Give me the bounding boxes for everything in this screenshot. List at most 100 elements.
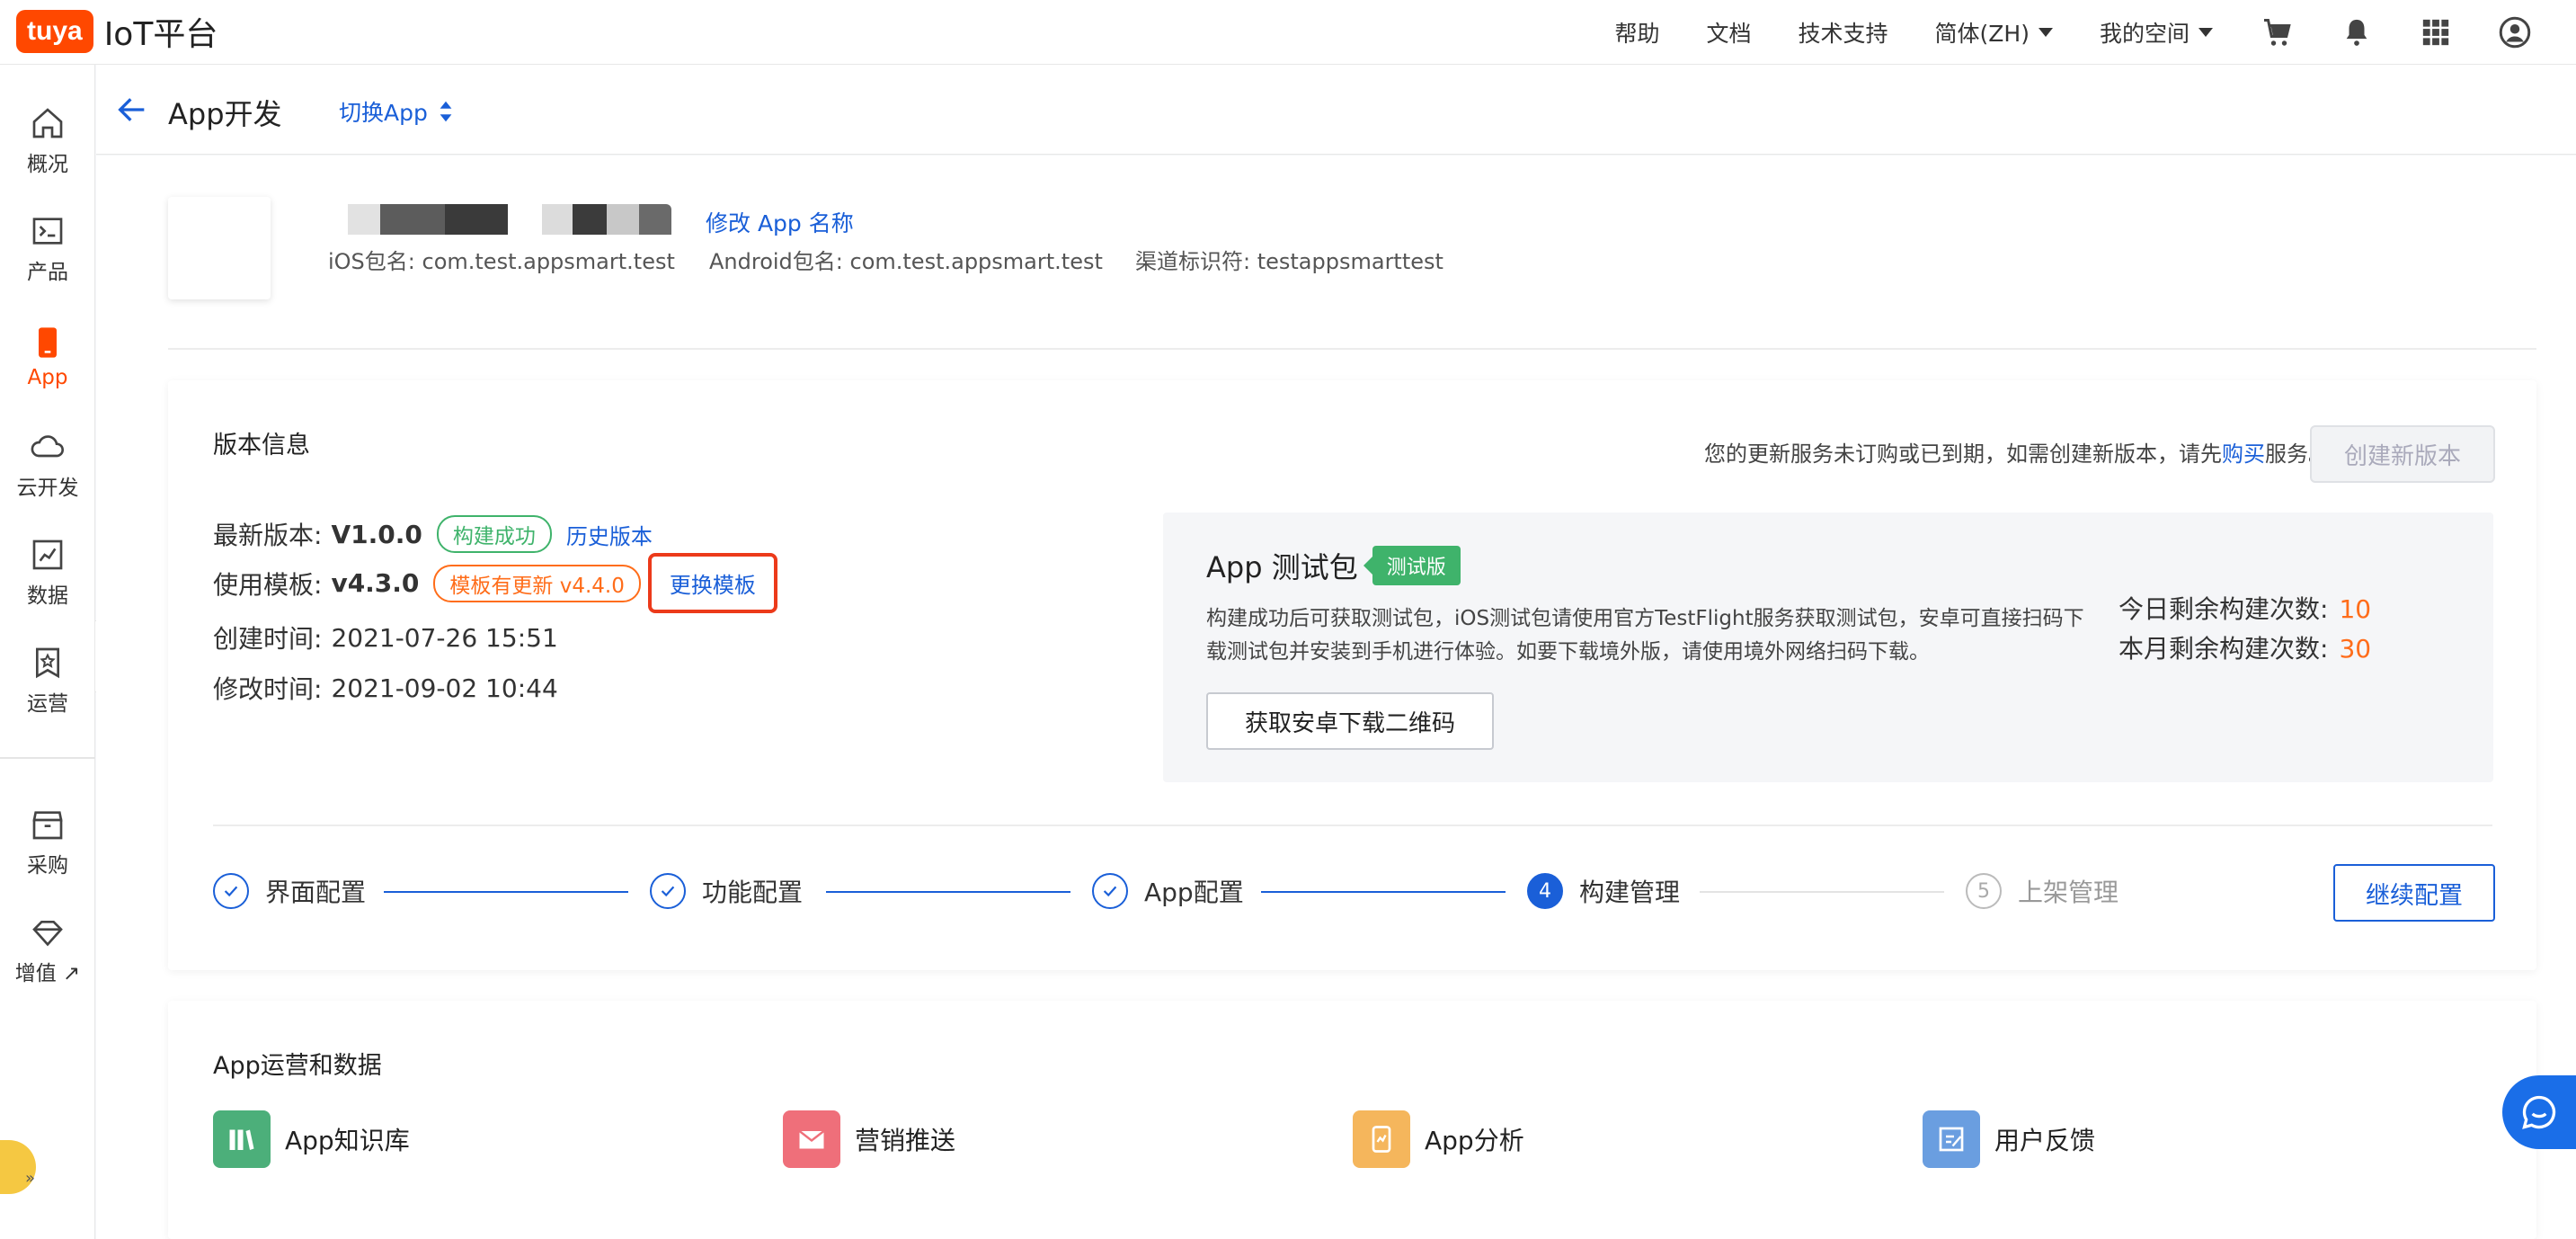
purchase-link[interactable]: 购买 (2222, 441, 2265, 467)
app-icon (168, 197, 271, 299)
step-app-config[interactable]: App配置 (1092, 873, 1244, 909)
chevron-double-right-icon[interactable]: » (25, 1169, 35, 1188)
sidebar-item-cloud[interactable]: 云开发 (0, 420, 95, 510)
step-build-management[interactable]: 4 构建管理 (1527, 873, 1680, 909)
knowledge-base-link[interactable]: App知识库 (213, 1110, 410, 1168)
steps-divider (213, 825, 2492, 826)
step-connector (826, 891, 1070, 893)
chevron-down-icon (2198, 28, 2213, 37)
ops-item-label: App分析 (1425, 1126, 1524, 1155)
sidebar-item-label: 产品 (27, 261, 68, 284)
sidebar: 概况 产品 App 云开发 数据 运营 采购 增值 ↗ (0, 65, 95, 1239)
change-template-link[interactable]: 更换模板 (647, 553, 777, 613)
nav-docs[interactable]: 文档 (1707, 16, 1752, 49)
latest-version-value: V1.0.0 (331, 519, 422, 549)
sidebar-item-operations[interactable]: 运营 (0, 636, 95, 726)
modified-time-value: 2021-09-02 10:44 (331, 673, 558, 703)
step-publish-management[interactable]: 5 上架管理 (1966, 873, 2119, 909)
feedback-icon (1923, 1110, 1980, 1168)
step-connector (1700, 891, 1944, 893)
month-builds-remaining: 本月剩余构建次数: 30 (2119, 629, 2371, 665)
step-function-config[interactable]: 功能配置 (650, 873, 803, 909)
app-ops-card: App运营和数据 App知识库 营销推送 App分析 用户反馈 (168, 1001, 2536, 1239)
check-icon (650, 873, 686, 909)
top-bar: tuya IoT平台 帮助 文档 技术支持 简体(ZH) 我的空间 (0, 0, 2576, 65)
user-feedback-link[interactable]: 用户反馈 (1923, 1110, 2095, 1168)
step-label: App配置 (1144, 878, 1244, 907)
page-header: App开发 切换App (96, 65, 2576, 155)
step-label: 功能配置 (702, 878, 804, 907)
today-builds-remaining: 今日剩余构建次数: 10 (2119, 590, 2371, 626)
grid-icon[interactable] (2418, 14, 2454, 50)
space-select[interactable]: 我的空间 (2100, 16, 2213, 49)
android-qr-button[interactable]: 获取安卓下载二维码 (1206, 692, 1494, 750)
bell-icon[interactable] (2339, 14, 2375, 50)
cart-icon[interactable] (2260, 14, 2296, 50)
user-icon[interactable] (2497, 14, 2533, 50)
chat-support-button[interactable] (2502, 1075, 2576, 1149)
app-analytics-link[interactable]: App分析 (1353, 1110, 1524, 1168)
rename-app-link[interactable]: 修改 App 名称 (706, 206, 854, 238)
sort-icon (440, 101, 452, 122)
build-status-badge: 构建成功 (436, 515, 552, 553)
month-builds-label: 本月剩余构建次数: (2119, 634, 2329, 664)
sidebar-item-value-added[interactable]: 增值 ↗ (0, 905, 95, 995)
ios-package-name: iOS包名: com.test.appsmart.test (328, 249, 675, 274)
step-number: 4 (1527, 873, 1563, 909)
chevron-down-icon (2038, 28, 2053, 37)
terminal-icon (32, 218, 63, 245)
today-builds-label: 今日剩余构建次数: (2119, 594, 2329, 624)
sidebar-item-label: 增值 ↗ (14, 962, 81, 985)
history-version-link[interactable]: 历史版本 (566, 519, 653, 550)
template-version-value: v4.3.0 (331, 568, 420, 598)
back-arrow-icon[interactable] (114, 92, 150, 131)
sidebar-item-products[interactable]: 产品 (0, 204, 95, 294)
phone-icon (39, 327, 57, 358)
app-ops-title: App运营和数据 (213, 1052, 382, 1080)
subscription-notice: 您的更新服务未订购或已到期，如需创建新版本，请先购买服务。 (1704, 436, 2330, 468)
step-ui-config[interactable]: 界面配置 (213, 873, 366, 909)
sidebar-item-label: 采购 (27, 854, 68, 878)
today-builds-value: 10 (2339, 594, 2372, 624)
continue-config-button[interactable]: 继续配置 (2333, 864, 2495, 922)
marketing-push-link[interactable]: 营销推送 (783, 1110, 955, 1168)
check-icon (1092, 873, 1128, 909)
nav-help[interactable]: 帮助 (1615, 16, 1660, 49)
version-info-card: 版本信息 您的更新服务未订购或已到期，如需创建新版本，请先购买服务。 创建新版本… (168, 380, 2536, 970)
sidebar-item-purchase[interactable]: 采购 (0, 798, 95, 887)
space-label: 我的空间 (2099, 21, 2190, 47)
cloud-icon (31, 435, 64, 458)
analytics-icon (1353, 1110, 1410, 1168)
test-package-title-row: App 测试包 测试版 (1206, 545, 1461, 586)
step-label: 构建管理 (1579, 878, 1681, 907)
nav-support[interactable]: 技术支持 (1799, 16, 1888, 49)
platform-name: IoT平台 (103, 16, 218, 53)
switch-app-button[interactable]: 切换App (339, 95, 453, 128)
sidebar-item-app[interactable]: App (0, 312, 95, 402)
template-row: 使用模板: v4.3.0 模板有更新 v4.4.0 更换模板 (213, 553, 777, 613)
notice-text: 您的更新服务未订购或已到期，如需创建新版本，请先 (1704, 441, 2222, 467)
language-select[interactable]: 简体(ZH) (1935, 16, 2053, 49)
box-icon (32, 811, 63, 840)
ops-item-label: App知识库 (285, 1126, 410, 1155)
step-number: 5 (1966, 873, 2002, 909)
home-icon (32, 108, 63, 138)
version-info-title: 版本信息 (213, 432, 310, 459)
check-icon (213, 873, 249, 909)
app-summary: 修改 App 名称 iOS包名: com.test.appsmart.test … (168, 197, 2536, 350)
diamond-icon (32, 921, 63, 947)
sidebar-item-data[interactable]: 数据 (0, 528, 95, 618)
test-package-panel: App 测试包 测试版 构建成功后可获取测试包，iOS测试包请使用官方TestF… (1163, 513, 2493, 782)
sidebar-item-overview[interactable]: 概况 (0, 96, 95, 186)
month-builds-value: 30 (2339, 634, 2372, 664)
top-nav: 帮助 文档 技术支持 简体(ZH) 我的空间 (1615, 0, 2576, 65)
create-version-button[interactable]: 创建新版本 (2310, 425, 2495, 483)
ops-item-label: 用户反馈 (1994, 1126, 2096, 1155)
test-package-description: 构建成功后可获取测试包，iOS测试包请使用官方TestFlight服务获取测试包… (1206, 607, 2084, 664)
template-update-badge: 模板有更新 v4.4.0 (433, 564, 641, 602)
template-label: 使用模板: (213, 569, 323, 600)
sidebar-item-label: 云开发 (16, 477, 79, 500)
logo[interactable]: tuya IoT平台 (16, 9, 218, 54)
latest-version-row: 最新版本: V1.0.0 构建成功 历史版本 (213, 515, 653, 553)
step-label: 上架管理 (2018, 878, 2119, 907)
